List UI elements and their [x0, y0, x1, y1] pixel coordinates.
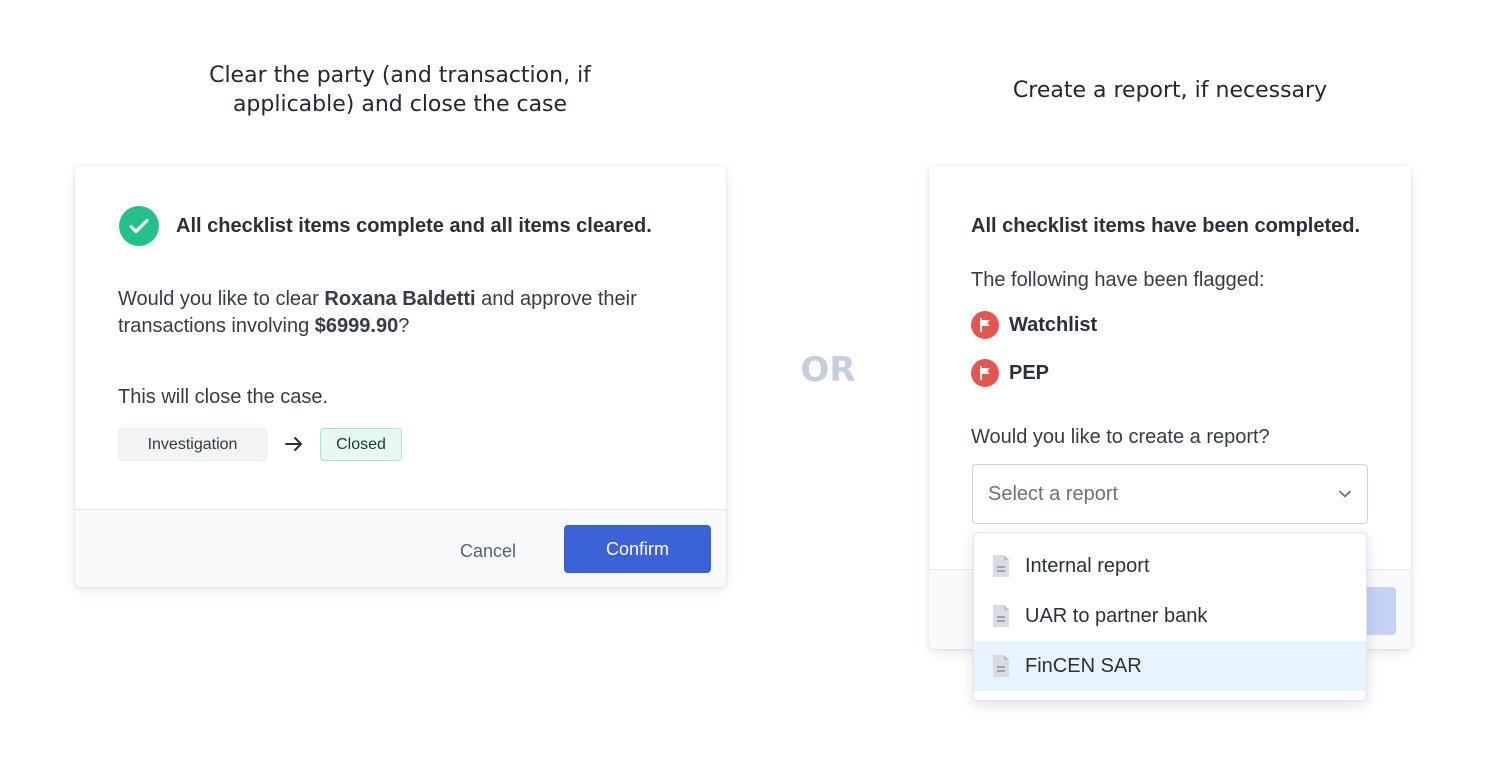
option-internal-report[interactable]: Internal report	[974, 541, 1366, 591]
party-name: Roxana Baldetti	[324, 288, 476, 310]
option-uar-partner-bank[interactable]: UAR to partner bank	[974, 591, 1366, 641]
check-circle-icon	[119, 206, 159, 246]
status-to-badge: Closed	[320, 428, 402, 461]
option-label: UAR to partner bank	[1025, 604, 1208, 627]
dialog-heading: All checklist items complete and all ite…	[176, 215, 652, 237]
flag-icon	[971, 311, 999, 339]
flag-label: PEP	[1009, 361, 1050, 384]
option-label: FinCEN SAR	[1025, 654, 1142, 677]
question-mid: and approve their	[475, 288, 637, 310]
left-caption-line1: Clear the party (and transaction, if	[209, 63, 591, 88]
flag-item-watchlist: Watchlist	[971, 311, 1097, 339]
document-icon	[993, 655, 1009, 677]
report-dialog-heading: All checklist items have been completed.	[971, 215, 1361, 237]
flag-icon	[971, 359, 999, 387]
close-note: This will close the case.	[118, 386, 329, 408]
question-line2: transactions involving	[118, 315, 315, 337]
flag-item-pep: PEP	[971, 359, 1049, 387]
option-label: Internal report	[1025, 554, 1150, 577]
question-suffix: ?	[398, 315, 410, 337]
document-icon	[993, 605, 1009, 627]
chevron-down-icon	[1339, 490, 1351, 498]
flag-label: Watchlist	[1009, 313, 1098, 336]
report-question: Would you like to create a report?	[971, 426, 1270, 448]
left-caption-line2: applicable) and close the case	[232, 92, 568, 117]
flagged-intro: The following have been flagged:	[971, 269, 1265, 291]
close-case-dialog: All checklist items complete and all ite…	[75, 166, 726, 587]
amount: $6999.90	[314, 315, 399, 337]
question-prefix: Would you like to clear	[118, 288, 325, 310]
report-select[interactable]: Select a report	[972, 464, 1368, 524]
right-caption: Create a report, if necessary	[1012, 78, 1328, 103]
option-fincen-sar[interactable]: FinCEN SAR	[974, 641, 1366, 691]
cancel-button[interactable]: Cancel	[447, 527, 529, 575]
clear-question: Would you like to clear Roxana Baldetti …	[118, 286, 698, 340]
select-placeholder: Select a report	[988, 482, 1119, 505]
status-from-badge: Investigation	[118, 428, 267, 461]
dialog-footer: Cancel Confirm	[75, 509, 726, 587]
document-icon	[993, 555, 1009, 577]
left-caption: Clear the party (and transaction, if app…	[150, 61, 650, 119]
confirm-button[interactable]: Confirm	[564, 525, 711, 573]
or-divider: OR	[800, 350, 856, 390]
report-options-menu: Internal report UAR to partner bank FinC…	[973, 532, 1367, 701]
arrow-right-icon	[285, 437, 302, 451]
